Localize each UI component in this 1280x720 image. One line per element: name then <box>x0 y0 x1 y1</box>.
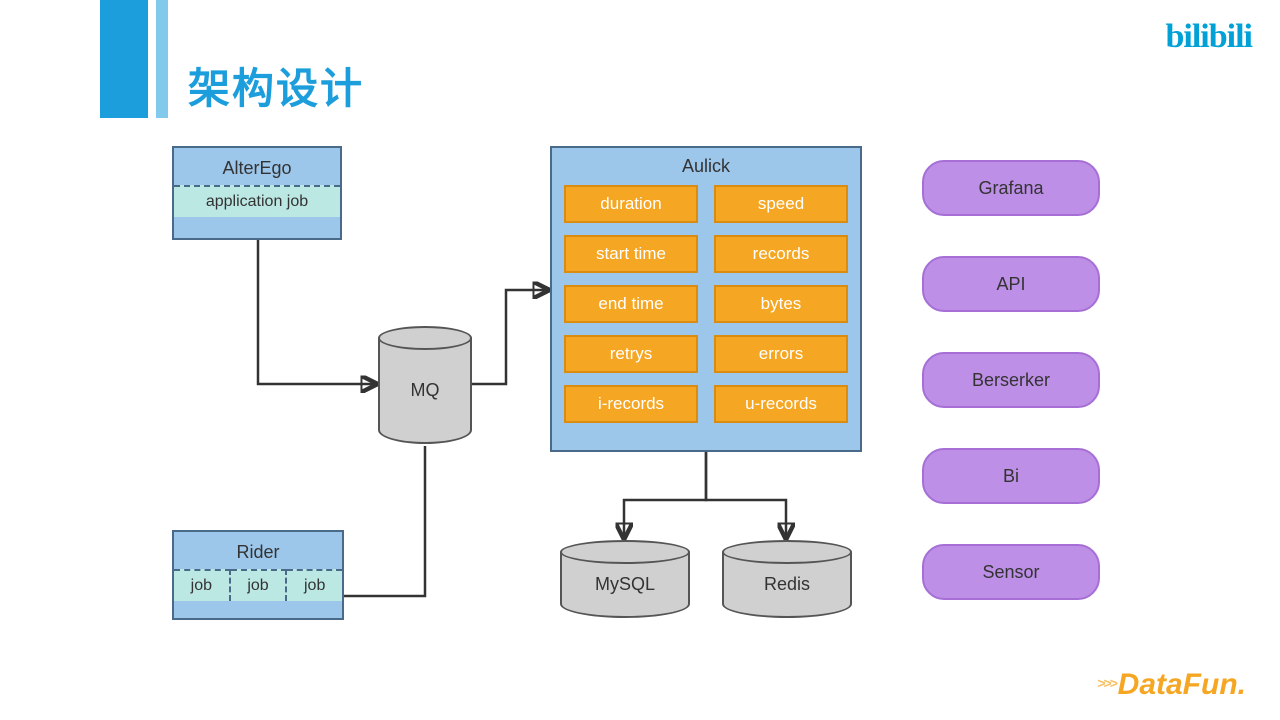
aulick-box: Aulick duration speed start time records… <box>550 146 862 452</box>
bilibili-logo: bilibili <box>1166 18 1253 56</box>
rider-job-0: job <box>174 569 231 601</box>
mysql-store: MySQL <box>560 540 690 618</box>
rider-job-2: job <box>287 569 342 601</box>
consumer-sensor: Sensor <box>922 544 1100 600</box>
alterego-sub: application job <box>174 185 340 217</box>
rider-box: Rider job job job <box>172 530 344 620</box>
metric-end-time: end time <box>564 285 698 323</box>
mysql-label: MySQL <box>595 574 655 595</box>
aulick-title: Aulick <box>564 148 848 181</box>
redis-store: Redis <box>722 540 852 618</box>
consumer-bi: Bi <box>922 448 1100 504</box>
consumer-api: API <box>922 256 1100 312</box>
rider-title: Rider <box>174 532 342 569</box>
metric-speed: speed <box>714 185 848 223</box>
consumer-berserker: Berserker <box>922 352 1100 408</box>
metric-errors: errors <box>714 335 848 373</box>
metric-bytes: bytes <box>714 285 848 323</box>
header-accent-thick <box>100 0 148 118</box>
datafun-logo: DataFun. <box>1097 668 1246 702</box>
metric-records: records <box>714 235 848 273</box>
metric-start-time: start time <box>564 235 698 273</box>
metric-u-records: u-records <box>714 385 848 423</box>
mq-label: MQ <box>411 380 440 401</box>
redis-label: Redis <box>764 574 810 595</box>
header-accent-thin <box>156 0 168 118</box>
alterego-title: AlterEgo <box>174 148 340 185</box>
rider-job-1: job <box>231 569 288 601</box>
metric-retrys: retrys <box>564 335 698 373</box>
consumer-grafana: Grafana <box>922 160 1100 216</box>
metric-duration: duration <box>564 185 698 223</box>
slide-title: 架构设计 <box>188 55 364 116</box>
mq-store: MQ <box>378 326 472 444</box>
metric-i-records: i-records <box>564 385 698 423</box>
alterego-box: AlterEgo application job <box>172 146 342 240</box>
